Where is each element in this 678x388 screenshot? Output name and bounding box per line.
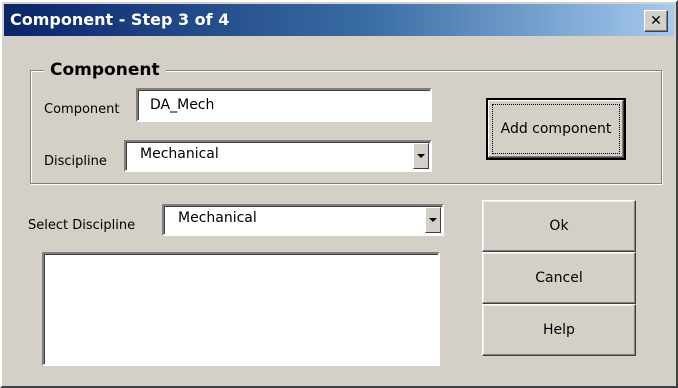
component-field[interactable]	[136, 88, 432, 122]
select-discipline-value: Mechanical	[178, 210, 257, 226]
window-title: Component - Step 3 of 4	[10, 10, 230, 29]
select-discipline-label: Select Discipline	[28, 218, 136, 233]
add-component-button[interactable]: Add component	[486, 98, 626, 160]
title-bar[interactable]: Component - Step 3 of 4 ✕	[4, 4, 674, 36]
component-dialog: Component - Step 3 of 4 ✕ Component Comp…	[0, 0, 678, 388]
ok-button[interactable]: Ok	[482, 200, 636, 252]
cancel-label: Cancel	[535, 270, 583, 286]
select-discipline-dropdown[interactable]: Mechanical	[162, 204, 444, 236]
components-listbox[interactable]	[42, 252, 440, 366]
discipline-value: Mechanical	[140, 146, 219, 162]
component-input[interactable]	[150, 92, 426, 118]
close-button[interactable]: ✕	[644, 10, 668, 32]
discipline-dropdown[interactable]: Mechanical	[124, 140, 432, 172]
component-group-legend: Component	[44, 60, 166, 80]
select-discipline-dropdown-button[interactable]	[425, 207, 441, 233]
ok-label: Ok	[549, 218, 569, 234]
help-button[interactable]: Help	[482, 304, 636, 356]
chevron-down-icon	[429, 218, 437, 222]
chevron-down-icon	[417, 154, 425, 158]
component-label: Component	[44, 102, 120, 117]
cancel-button[interactable]: Cancel	[482, 252, 636, 304]
close-icon: ✕	[650, 13, 662, 29]
discipline-dropdown-button[interactable]	[413, 143, 429, 169]
discipline-label: Discipline	[44, 154, 107, 169]
focus-rectangle	[492, 104, 620, 154]
help-label: Help	[543, 322, 575, 338]
